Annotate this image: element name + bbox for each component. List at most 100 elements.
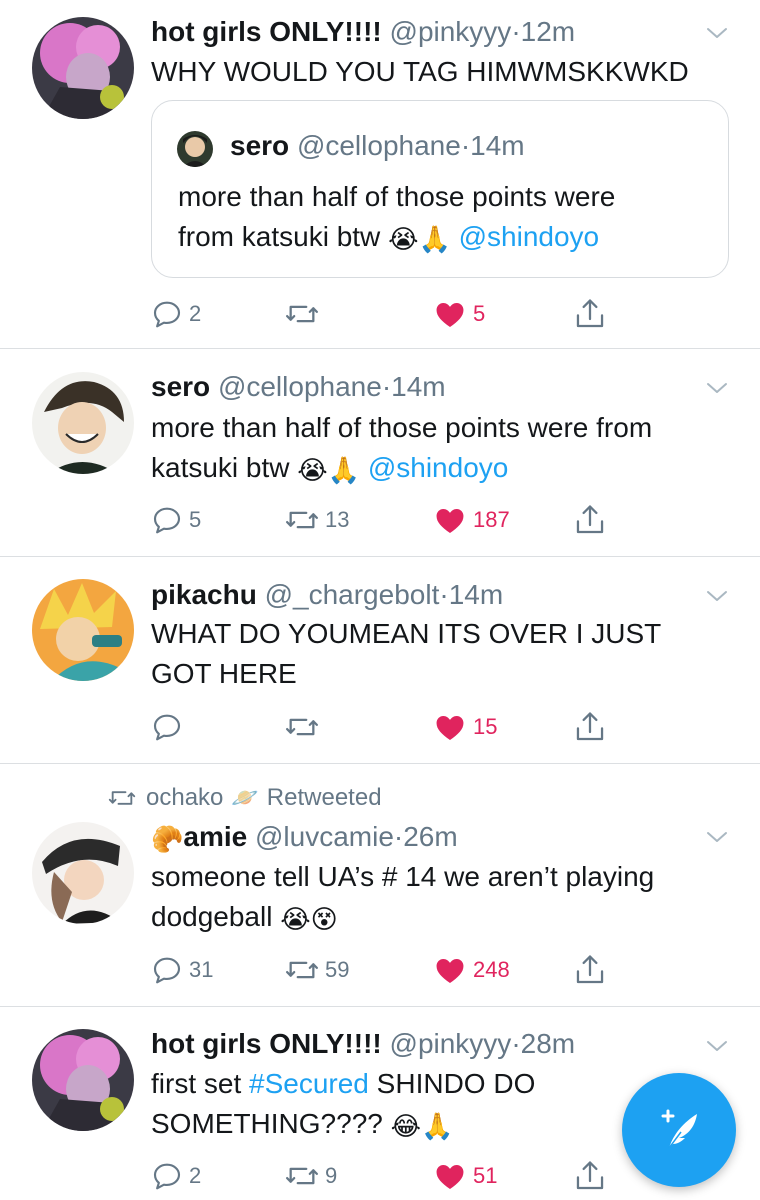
avatar[interactable] bbox=[32, 579, 134, 681]
compose-tweet-button[interactable] bbox=[622, 1073, 736, 1187]
compose-tweet-icon bbox=[661, 1109, 697, 1149]
tweet-text: WHAT DO YOUMEAN ITS OVER I JUST GOT HERE bbox=[151, 614, 731, 694]
retweet-icon bbox=[285, 953, 319, 987]
quoted-tweet[interactable]: sero @cellophane·14m more than half of t… bbox=[151, 100, 729, 278]
heart-icon bbox=[433, 710, 467, 744]
avatar[interactable] bbox=[32, 822, 134, 924]
text-line: from katsuki btw bbox=[178, 221, 381, 252]
tweet[interactable]: hot girls ONLY!!!! @pinkyyy·12m WHY WOUL… bbox=[0, 0, 760, 348]
reply-icon bbox=[151, 1160, 183, 1192]
mention-link[interactable]: @shindoyo bbox=[368, 452, 509, 483]
user-handle[interactable]: @pinkyyy bbox=[390, 1028, 512, 1059]
retweet-button[interactable]: 59 bbox=[285, 950, 349, 990]
hashtag-link[interactable]: #Secured bbox=[249, 1068, 369, 1099]
mention-link[interactable]: @shindoyo bbox=[459, 221, 600, 252]
reply-icon bbox=[151, 711, 183, 743]
heart-icon bbox=[433, 297, 467, 331]
retweet-icon bbox=[108, 784, 136, 812]
reply-count: 31 bbox=[189, 957, 214, 982]
user-handle[interactable]: @pinkyyy bbox=[390, 16, 512, 47]
like-button[interactable]: 51 bbox=[433, 1156, 497, 1196]
chevron-down-icon[interactable] bbox=[706, 26, 728, 40]
reply-button[interactable]: 31 bbox=[151, 950, 213, 990]
chevron-down-icon[interactable] bbox=[706, 381, 728, 395]
retweet-icon bbox=[285, 503, 319, 537]
timestamp[interactable]: 28m bbox=[521, 1028, 575, 1059]
reply-button[interactable]: 2 bbox=[151, 294, 201, 334]
display-name[interactable]: hot girls ONLY!!!! bbox=[151, 16, 382, 47]
share-icon bbox=[573, 503, 607, 537]
tweet-text: more than half of those points were from… bbox=[151, 408, 731, 491]
text-fragment: first set bbox=[151, 1068, 250, 1099]
share-icon bbox=[573, 1159, 607, 1193]
heart-icon bbox=[433, 1159, 467, 1193]
user-handle[interactable]: @cellophane bbox=[218, 371, 382, 402]
avatar[interactable] bbox=[32, 1029, 134, 1131]
tweet-header: 🥐amie @luvcamie·26m bbox=[151, 820, 458, 857]
emoji: 🙏 bbox=[421, 1112, 454, 1142]
tweet-header: hot girls ONLY!!!! @pinkyyy·12m bbox=[151, 15, 575, 49]
retweet-count: 9 bbox=[325, 1163, 338, 1188]
tweet[interactable]: ochako 🪐 Retweeted 🥐amie @luvcamie·26m s… bbox=[0, 764, 760, 1006]
tweet-actions: 2 9 51 bbox=[151, 1156, 631, 1196]
share-button[interactable] bbox=[573, 1156, 607, 1196]
display-name: sero bbox=[230, 130, 290, 161]
reply-button[interactable]: 2 bbox=[151, 1156, 201, 1196]
user-handle: @cellophane bbox=[296, 130, 461, 161]
text-line: dodgeball bbox=[151, 901, 273, 932]
text-line: someone tell UA’s # 14 we aren’t playing bbox=[151, 861, 655, 892]
share-button[interactable] bbox=[573, 950, 607, 990]
emoji: 🙏 bbox=[327, 456, 361, 486]
retweet-button[interactable]: 13 bbox=[285, 500, 349, 540]
avatar[interactable] bbox=[32, 372, 134, 474]
display-name[interactable]: sero bbox=[151, 371, 210, 402]
tweet-text: WHY WOULD YOU TAG HIMWMSKKWKD bbox=[151, 52, 731, 92]
separator-dot: · bbox=[460, 130, 471, 161]
like-button[interactable]: 248 bbox=[433, 950, 510, 990]
share-button[interactable] bbox=[573, 707, 607, 747]
chevron-down-icon[interactable] bbox=[706, 830, 728, 844]
emoji: 🪐 bbox=[231, 785, 259, 811]
retweet-button[interactable] bbox=[285, 294, 325, 334]
reply-button[interactable] bbox=[151, 707, 189, 747]
share-button[interactable] bbox=[573, 500, 607, 540]
retweet-button[interactable] bbox=[285, 707, 325, 747]
retweet-button[interactable]: 9 bbox=[285, 1156, 337, 1196]
tweet-text: someone tell UA’s # 14 we aren’t playing… bbox=[151, 857, 731, 940]
text-line: WHAT DO YOUMEAN ITS OVER I JUST bbox=[151, 618, 662, 649]
chevron-down-icon[interactable] bbox=[706, 589, 728, 603]
share-icon bbox=[573, 710, 607, 744]
like-count: 5 bbox=[473, 301, 486, 326]
display-name[interactable]: pikachu bbox=[151, 579, 257, 610]
tweet-text-content: WHY WOULD YOU TAG HIMWMSKKWKD bbox=[151, 56, 689, 87]
retweet-icon bbox=[285, 710, 319, 744]
emoji: 😂 bbox=[390, 1112, 422, 1142]
emoji: 😵 bbox=[310, 905, 338, 935]
display-name[interactable]: hot girls ONLY!!!! bbox=[151, 1028, 382, 1059]
emoji: 😭 bbox=[280, 905, 311, 935]
separator-dot: · bbox=[439, 579, 449, 610]
like-button[interactable]: 15 bbox=[433, 707, 497, 747]
text-line: more than half of those points were bbox=[178, 181, 616, 212]
retweeted-by-name[interactable]: ochako bbox=[146, 784, 223, 812]
text-line: GOT HERE bbox=[151, 658, 297, 689]
chevron-down-icon[interactable] bbox=[706, 1039, 728, 1053]
tweet[interactable]: pikachu @_chargebolt·14m WHAT DO YOUMEAN… bbox=[0, 557, 760, 763]
tweet-header: hot girls ONLY!!!! @pinkyyy·28m bbox=[151, 1027, 575, 1061]
user-handle[interactable]: @_chargebolt bbox=[265, 579, 440, 610]
timestamp[interactable]: 14m bbox=[391, 371, 445, 402]
reply-icon bbox=[151, 298, 183, 330]
emoji: 🙏 bbox=[418, 225, 451, 255]
like-button[interactable]: 5 bbox=[433, 294, 485, 334]
retweet-icon bbox=[285, 1159, 319, 1193]
like-button[interactable]: 187 bbox=[433, 500, 510, 540]
avatar[interactable] bbox=[32, 17, 134, 119]
timestamp[interactable]: 26m bbox=[403, 821, 457, 852]
timestamp[interactable]: 12m bbox=[521, 16, 575, 47]
user-handle[interactable]: @luvcamie bbox=[255, 821, 394, 852]
reply-button[interactable]: 5 bbox=[151, 500, 201, 540]
timestamp[interactable]: 14m bbox=[449, 579, 503, 610]
display-name[interactable]: amie bbox=[183, 821, 247, 852]
tweet[interactable]: sero @cellophane·14m more than half of t… bbox=[0, 349, 760, 556]
share-button[interactable] bbox=[573, 294, 607, 334]
